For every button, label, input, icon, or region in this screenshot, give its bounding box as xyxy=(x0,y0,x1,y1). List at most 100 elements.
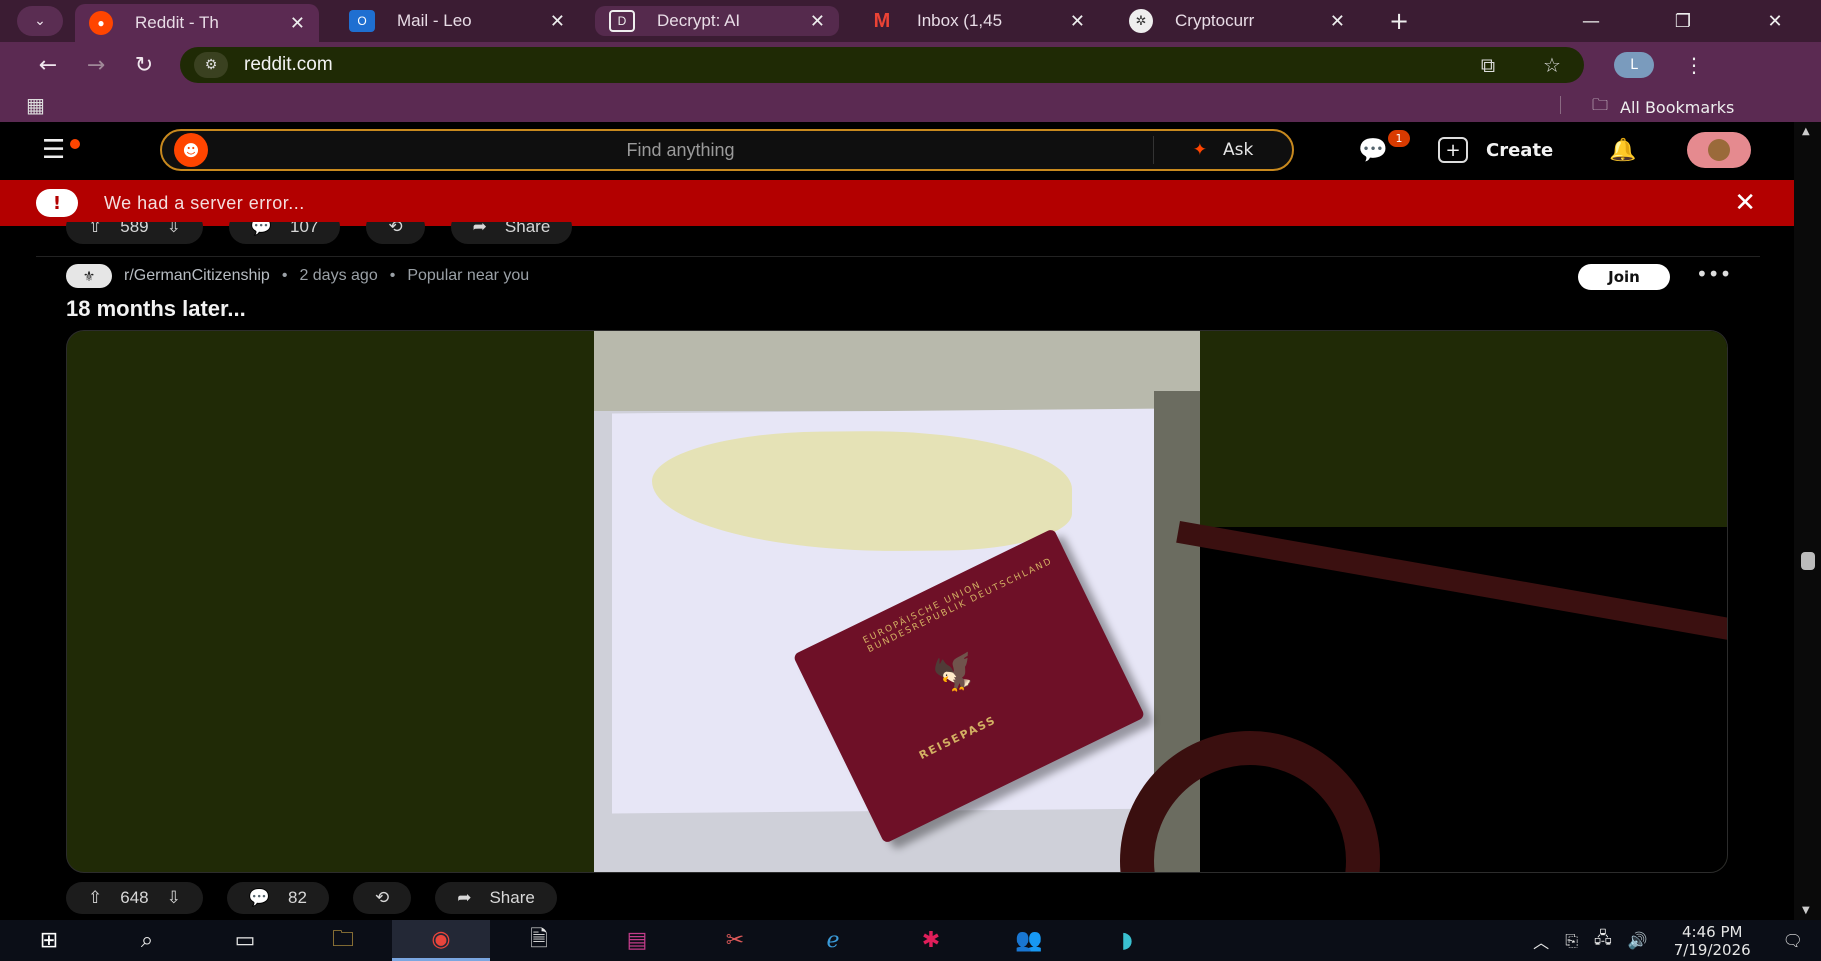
scroll-up-icon[interactable]: ▲ xyxy=(1802,126,1810,137)
notifications-icon[interactable]: 🗨 xyxy=(1783,931,1803,950)
address-bar[interactable]: ⚙ reddit.com ⧉ ☆ xyxy=(180,47,1584,83)
close-window-icon[interactable]: ✕ xyxy=(1729,0,1821,42)
subreddit-icon[interactable]: ⚜ xyxy=(66,264,112,288)
reddit-logo-icon[interactable]: ☻ xyxy=(174,133,208,167)
more-options-icon[interactable]: ••• xyxy=(1696,262,1731,286)
files-icon[interactable]: 🗎 xyxy=(490,920,588,961)
search-input[interactable]: Find anything xyxy=(208,140,1153,161)
winrar-icon[interactable]: ▤ xyxy=(588,920,686,961)
bookmarks-bar: ▦ 🗀 All Bookmarks xyxy=(0,88,1821,122)
chat-icon[interactable]: 💬 1 xyxy=(1358,130,1410,164)
close-tab-icon[interactable]: ✕ xyxy=(550,11,565,32)
slack-icon[interactable]: ✱ xyxy=(882,920,980,961)
url-text[interactable]: reddit.com xyxy=(244,54,1456,76)
join-button[interactable]: Join xyxy=(1578,264,1670,290)
tab-crypto[interactable]: ✲ Cryptocurr ✕ xyxy=(1115,4,1359,38)
plus-icon: + xyxy=(1438,137,1468,163)
photo-wall xyxy=(594,331,1200,411)
install-app-icon[interactable]: ⧉ xyxy=(1456,53,1520,77)
downvote-icon[interactable]: ⇩ xyxy=(167,222,181,237)
file-explorer-icon[interactable]: 🗀 xyxy=(294,920,392,961)
profile-avatar[interactable]: L xyxy=(1614,52,1654,78)
decrypt-icon: D xyxy=(609,10,635,32)
downvote-icon[interactable]: ⇩ xyxy=(167,888,181,908)
post-title[interactable]: 18 months later... xyxy=(66,296,246,322)
reload-icon[interactable]: ↻ xyxy=(120,53,168,78)
header-actions: 💬 1 + Create 🔔 xyxy=(1358,130,1751,168)
comments-button[interactable]: 💬 82 xyxy=(226,882,329,914)
upvote-icon[interactable]: ⇧ xyxy=(88,888,102,908)
restore-icon[interactable]: ❐ xyxy=(1637,0,1729,42)
close-tab-icon[interactable]: ✕ xyxy=(290,13,305,34)
search-icon[interactable]: ⌕ xyxy=(98,920,196,961)
bell-icon[interactable]: 🔔 xyxy=(1609,138,1636,163)
previous-post-actions: ⇧ 589 ⇩ 💬 107 ⟲ ➦ Share xyxy=(66,222,573,246)
window-controls: — ❐ ✕ xyxy=(1545,0,1821,42)
tab-search-button[interactable]: ⌄ xyxy=(17,6,63,36)
sparkle-icon: ✦ xyxy=(1192,140,1207,160)
reddit-icon: ● xyxy=(89,11,113,35)
crosspost-button[interactable]: ⟲ xyxy=(352,882,412,914)
vertical-scrollbar[interactable]: ▲ ▼ xyxy=(1794,122,1821,920)
post-actions: ⇧ 648 ⇩ 💬 82 ⟲ ➦ Share xyxy=(66,882,557,914)
post-media[interactable]: EUROPÄISCHE UNION BUNDESREPUBLIK DEUTSCH… xyxy=(66,330,1728,873)
scroll-down-icon[interactable]: ▼ xyxy=(1802,905,1810,916)
minimize-icon[interactable]: — xyxy=(1545,0,1637,42)
photo-blur-right xyxy=(1120,331,1727,872)
vote-pill: ⇧ 648 ⇩ xyxy=(66,882,203,914)
comment-icon: 💬 xyxy=(250,222,273,236)
close-icon[interactable]: ✕ xyxy=(1734,188,1756,218)
tab-strip: ⌄ ● Reddit - Th ✕ O Mail - Leo ✕ D Decry… xyxy=(0,0,1821,42)
create-button[interactable]: + Create xyxy=(1438,137,1553,163)
reddit-search-bar[interactable]: ☻ Find anything ✦ Ask xyxy=(160,129,1294,171)
share-label: Share xyxy=(504,222,551,236)
clock-date: 7/19/2026 xyxy=(1673,940,1751,959)
create-label: Create xyxy=(1486,139,1554,161)
comments-button[interactable]: 💬 107 xyxy=(228,222,341,244)
folder-icon: 🗀 xyxy=(1592,95,1609,114)
clock-time: 4:46 PM xyxy=(1682,922,1743,941)
chrome-icon[interactable]: ◉ xyxy=(392,920,490,961)
menu-hamburger-icon[interactable]: ☰ xyxy=(42,135,82,165)
internet-explorer-icon[interactable]: ℯ xyxy=(784,920,882,961)
all-bookmarks-button[interactable]: 🗀 All Bookmarks xyxy=(1592,94,1734,121)
post-meta: ⚜ r/GermanCitizenship • 2 days ago • Pop… xyxy=(66,264,529,288)
back-arrow-icon[interactable]: ← xyxy=(24,53,72,78)
site-settings-icon[interactable]: ⚙ xyxy=(194,52,228,78)
close-tab-icon[interactable]: ✕ xyxy=(1330,11,1345,32)
network-app-icon[interactable]: ◗ xyxy=(1078,920,1176,961)
volume-icon[interactable]: 🔊 xyxy=(1628,931,1648,950)
chat-badge: 1 xyxy=(1388,130,1410,147)
usb-icon[interactable]: ⎘ xyxy=(1565,931,1578,951)
tab-mail[interactable]: O Mail - Leo ✕ xyxy=(335,4,579,38)
clock[interactable]: 4:46 PM 7/19/2026 xyxy=(1674,923,1751,959)
network-icon[interactable]: 🖧 xyxy=(1594,927,1612,954)
ask-button[interactable]: ✦ Ask xyxy=(1154,140,1292,160)
task-view-icon[interactable]: ▭ xyxy=(196,920,294,961)
subreddit-link[interactable]: r/GermanCitizenship xyxy=(124,267,270,285)
share-button[interactable]: ➦ Share xyxy=(450,222,573,244)
crosspost-button[interactable]: ⟲ xyxy=(366,222,425,244)
close-tab-icon[interactable]: ✕ xyxy=(1070,11,1085,32)
windows-start-icon[interactable]: ⊞ xyxy=(0,920,98,961)
scrollbar-thumb[interactable] xyxy=(1801,552,1815,570)
share-button[interactable]: ➦ Share xyxy=(435,882,557,914)
close-tab-icon[interactable]: ✕ xyxy=(810,11,825,32)
vote-count: 589 xyxy=(120,222,149,236)
share-icon: ➦ xyxy=(472,222,487,236)
crosspost-icon: ⟲ xyxy=(388,222,403,236)
teams-icon[interactable]: 👥 xyxy=(980,920,1078,961)
forward-arrow-icon[interactable]: → xyxy=(72,53,120,78)
user-avatar[interactable] xyxy=(1686,132,1751,168)
tab-gmail[interactable]: M Inbox (1,45 ✕ xyxy=(855,4,1099,38)
new-tab-button[interactable]: + xyxy=(1381,7,1417,35)
snipping-tool-icon[interactable]: ✂ xyxy=(686,920,784,961)
tab-reddit[interactable]: ● Reddit - Th ✕ xyxy=(75,4,319,42)
browser-menu-icon[interactable]: ⋮ xyxy=(1684,53,1704,77)
apps-grid-icon[interactable]: ▦ xyxy=(26,93,45,117)
bookmark-star-icon[interactable]: ☆ xyxy=(1520,53,1584,77)
tab-decrypt[interactable]: D Decrypt: AI ✕ xyxy=(595,6,839,36)
tray-chevron-icon[interactable]: ︿ xyxy=(1533,929,1549,953)
upvote-icon[interactable]: ⇧ xyxy=(88,222,102,237)
openai-icon: ✲ xyxy=(1129,9,1153,33)
